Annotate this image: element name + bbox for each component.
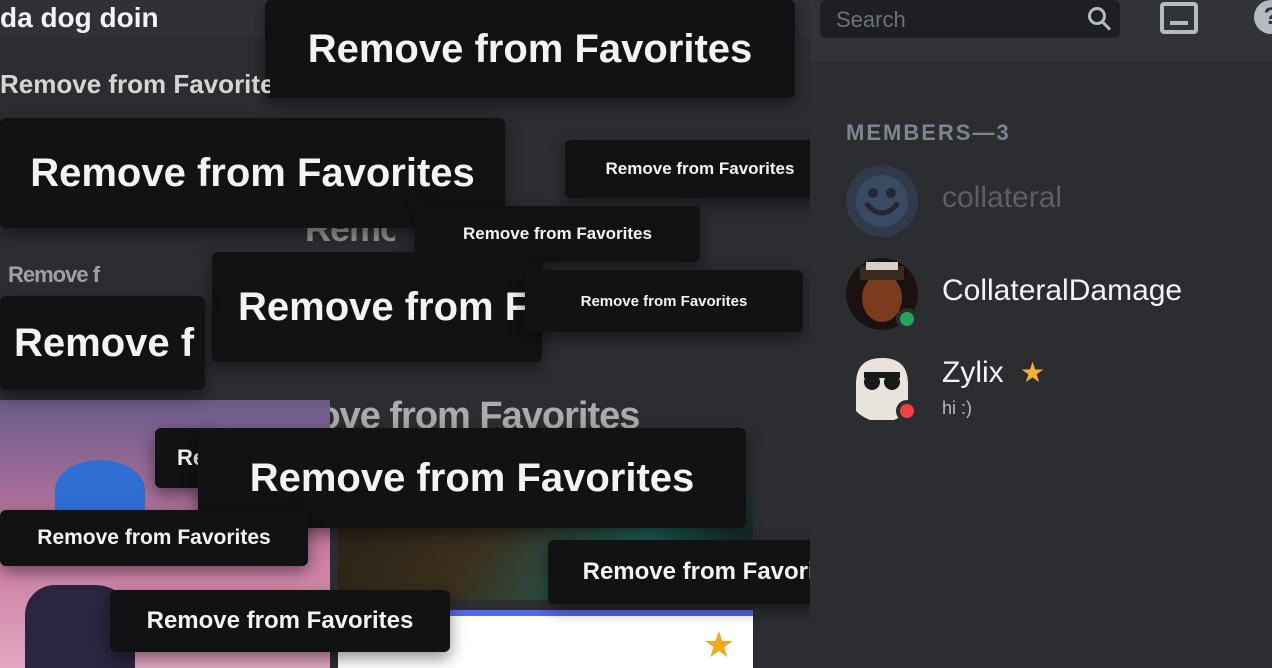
top-toolbar: ? xyxy=(810,0,1272,62)
remove-favorite-tooltip: Remove from Favorites xyxy=(548,540,810,604)
remove-favorite-tooltip: Remove from F xyxy=(212,252,542,362)
member-name: Zylix ★ xyxy=(942,356,1045,390)
inbox-icon[interactable] xyxy=(1160,2,1198,34)
remove-favorite-tooltip: Remove f xyxy=(0,296,205,390)
search-box[interactable] xyxy=(820,0,1120,38)
member-name: CollateralDamage xyxy=(942,274,1183,307)
search-input[interactable] xyxy=(834,3,1078,37)
online-status-icon xyxy=(896,308,918,330)
remove-favorite-tooltip: Remove from Favorites xyxy=(0,68,270,99)
member-name-text: Zylix xyxy=(942,356,1004,389)
member-custom-status: hi :) xyxy=(942,398,973,418)
avatar xyxy=(846,165,918,237)
owner-crown-icon: ★ xyxy=(1020,357,1046,388)
search-icon[interactable] xyxy=(1088,7,1106,25)
chat-area: da dog doin Remove f Remove from Favorit… xyxy=(0,0,810,668)
remove-favorite-tooltip: Remove from Favorites xyxy=(110,590,450,652)
remove-favorite-tooltip: Remove from Favorites xyxy=(565,140,810,198)
member-item[interactable]: CollateralDamage xyxy=(846,258,1246,330)
member-item[interactable]: collateral xyxy=(846,165,1246,237)
remove-favorite-tooltip: Remove from Favorites xyxy=(525,270,803,332)
dnd-status-icon xyxy=(896,400,918,422)
garbled-text: Remove f xyxy=(8,262,100,287)
member-item[interactable]: Zylix ★ hi :) xyxy=(846,350,1246,422)
remove-favorite-tooltip: Remove from Favorites xyxy=(0,510,308,566)
help-icon[interactable]: ? xyxy=(1254,0,1272,34)
member-name: collateral xyxy=(942,181,1063,214)
favorite-star-icon[interactable]: ★ xyxy=(703,624,735,666)
channel-title: da dog doin xyxy=(0,2,159,33)
members-header: MEMBERS—3 xyxy=(846,120,1011,145)
remove-favorite-tooltip: Remove from Favorites xyxy=(265,0,795,98)
member-list-sidebar: ? MEMBERS—3 collateral CollateralDamage xyxy=(810,0,1272,668)
